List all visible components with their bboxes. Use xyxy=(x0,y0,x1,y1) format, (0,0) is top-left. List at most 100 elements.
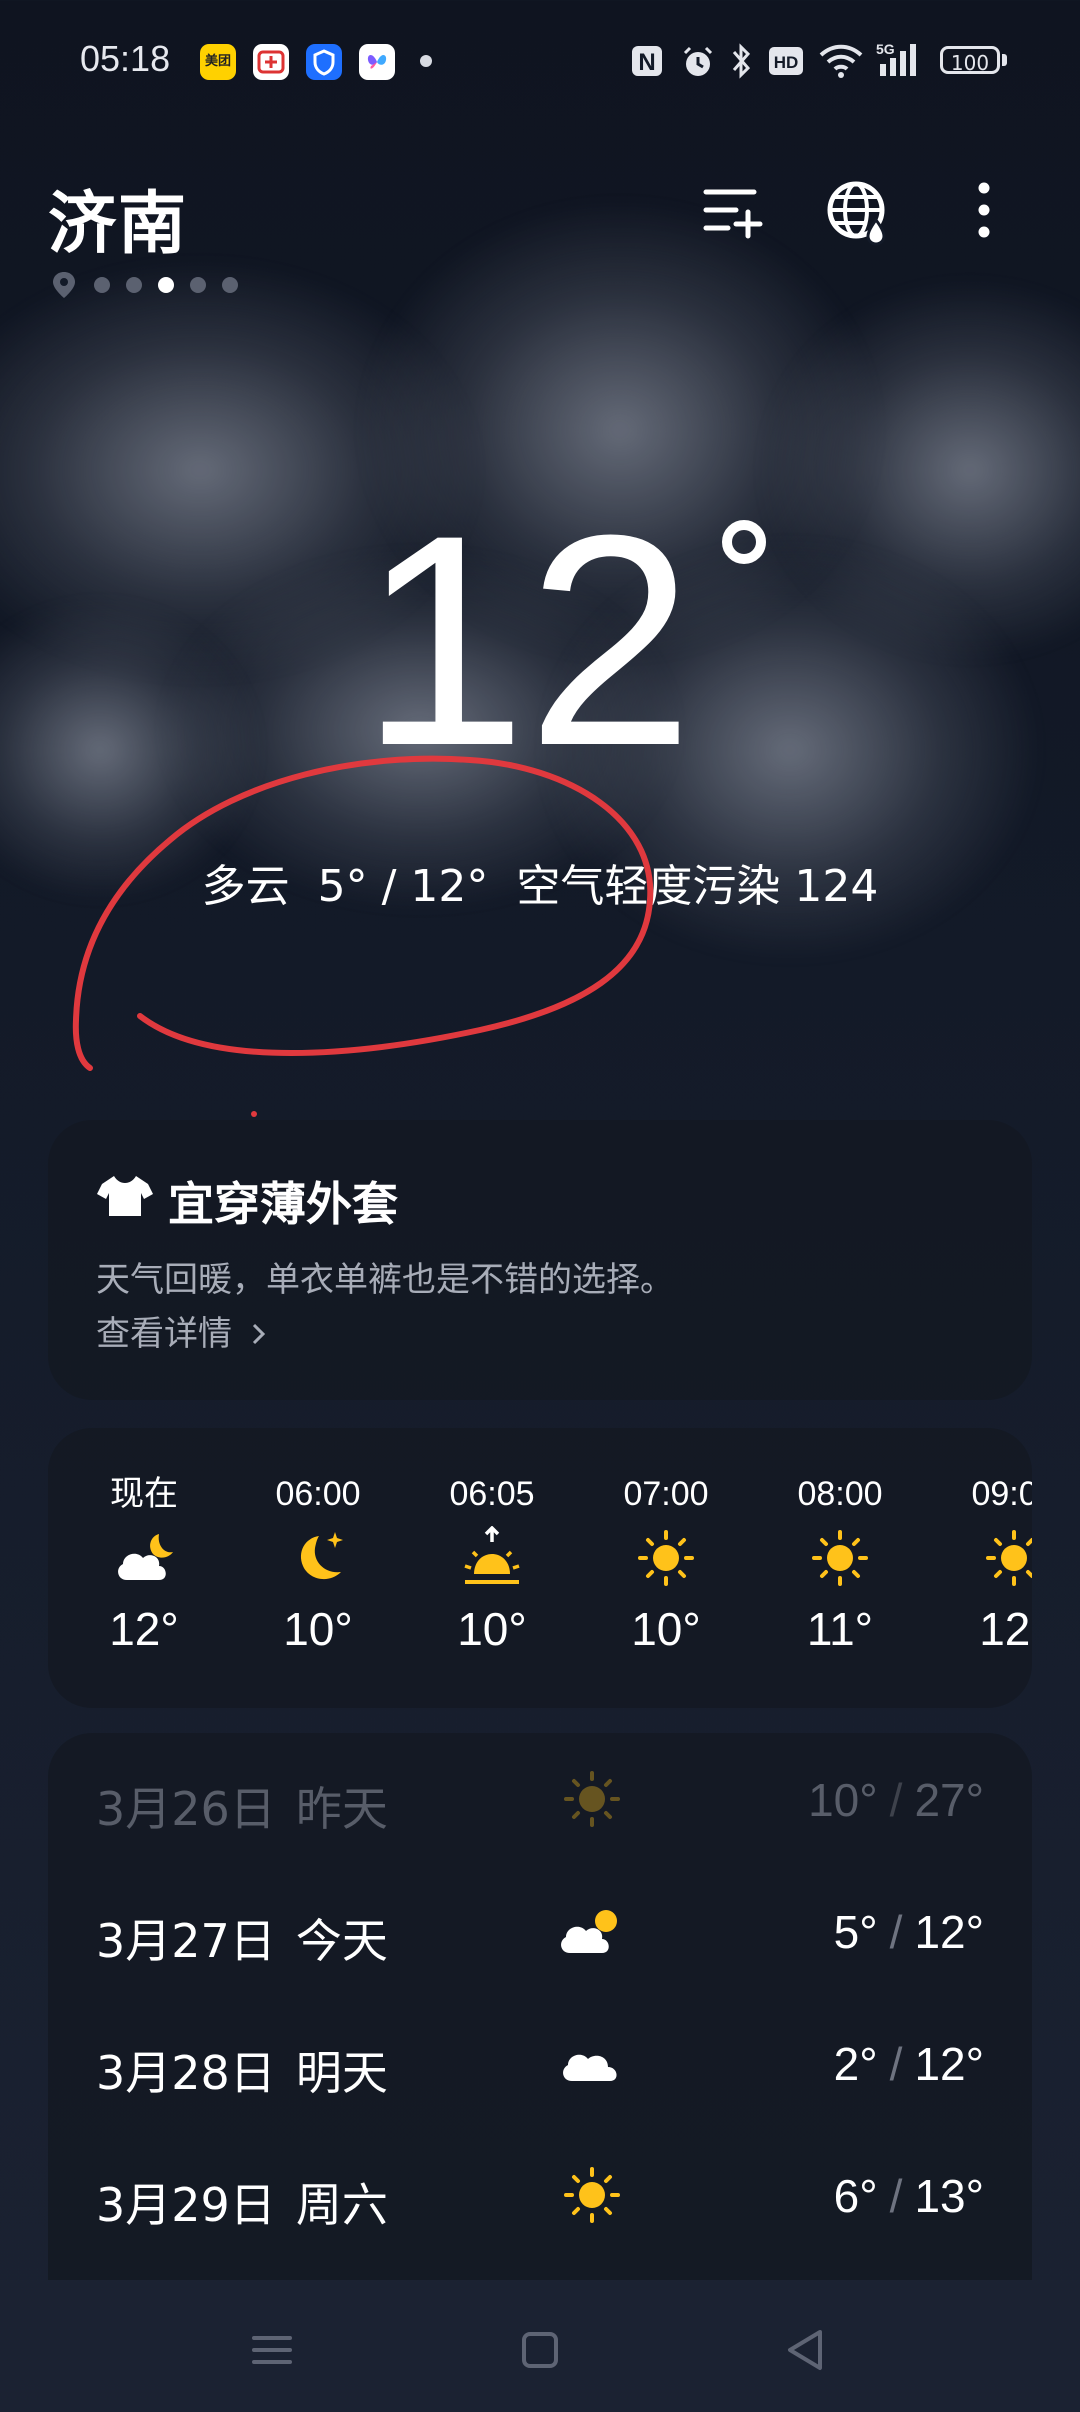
sun-icon xyxy=(564,1771,620,1827)
day-low: 6° xyxy=(833,2170,878,2222)
hour-time: 07:00 xyxy=(623,1475,709,1513)
svg-text:5G: 5G xyxy=(876,41,895,57)
temp-separator: / xyxy=(889,1774,903,1826)
system-navigation-bar xyxy=(0,2280,1080,2412)
add-city-button[interactable] xyxy=(692,170,772,250)
nfc-icon: N xyxy=(630,44,664,84)
daily-forecast-card[interactable]: 3月26日 昨天 10°/27° 3月27日 今天 5°/12° 3月28日 明天 2… xyxy=(48,1733,1032,2293)
day-date: 3月28日 明天 xyxy=(96,2037,388,2103)
day-temps: 6°/13° xyxy=(834,2169,984,2223)
hourly-item: 06:05 10° xyxy=(412,1472,572,1656)
hour-time: 09:00 xyxy=(971,1475,1032,1513)
view-details-link[interactable]: 查看详情 xyxy=(96,1306,269,1355)
partly-cloudy-icon xyxy=(561,1910,617,1953)
temp-separator: / xyxy=(889,1906,903,1958)
hour-time: 06:05 xyxy=(449,1475,535,1513)
square-icon xyxy=(522,2332,558,2368)
hour-temp: 10° xyxy=(631,1603,701,1655)
city-name[interactable]: 济南 xyxy=(48,168,188,267)
day-date: 3月27日 今天 xyxy=(96,1905,388,1971)
nfc-label: N xyxy=(638,49,655,76)
location-pin-icon xyxy=(53,272,75,298)
hourly-item: 09:00 12° xyxy=(934,1472,1032,1656)
hour-temp: 10° xyxy=(283,1603,353,1655)
hour-time: 06:00 xyxy=(275,1475,361,1513)
hourly-item: 现在 12° xyxy=(64,1472,224,1656)
cloud-icon xyxy=(563,2054,617,2081)
daily-row-saturday[interactable]: 3月29日 周六 6°/13° xyxy=(48,2129,1032,2261)
page-dot xyxy=(190,277,206,293)
hourly-forecast-card[interactable]: 现在 12° 06:00 10° 06:05 10° 07:00 10° 08:… xyxy=(48,1428,1032,1708)
globe-icon xyxy=(827,181,886,246)
day-temps: 10°/27° xyxy=(808,1773,984,1827)
view-details-label: 查看详情 xyxy=(96,1314,232,1354)
sun-icon xyxy=(812,1530,868,1586)
day-low: 5° xyxy=(833,1906,878,1958)
day-label: 周六 xyxy=(295,2178,388,2232)
wifi-icon xyxy=(818,42,864,82)
global-weather-button[interactable] xyxy=(818,170,898,250)
status-bar: 05:18 美团 N HD 5G 100 xyxy=(0,0,1080,120)
page-dot xyxy=(222,277,238,293)
sun-icon xyxy=(564,2167,620,2223)
day-date-value: 3月28日 xyxy=(96,2046,276,2100)
add-list-icon xyxy=(703,189,763,239)
clothing-description: 天气回暖，单衣单裤也是不错的选择。 xyxy=(96,1260,674,1300)
day-low: 2° xyxy=(833,2038,878,2090)
butterfly-app-icon xyxy=(359,44,395,80)
signal-icon: 5G xyxy=(876,40,926,80)
day-date-value: 3月26日 xyxy=(96,1782,276,1836)
day-temps: 2°/12° xyxy=(834,2037,984,2091)
menu-icon xyxy=(252,2336,292,2364)
back-triangle-icon xyxy=(788,2330,822,2370)
home-button[interactable] xyxy=(510,2320,570,2380)
day-high: 13° xyxy=(914,2170,984,2222)
city-page-indicator xyxy=(50,270,238,300)
red-circle-annotation xyxy=(72,755,654,1117)
day-date-value: 3月29日 xyxy=(96,2178,276,2232)
hour-temp: 11° xyxy=(806,1603,874,1655)
partly-cloudy-night-icon xyxy=(118,1534,173,1580)
sunrise-icon xyxy=(464,1525,520,1584)
battery-tip xyxy=(1002,54,1007,66)
hour-time: 08:00 xyxy=(797,1475,883,1513)
alarm-icon xyxy=(680,44,716,84)
svg-text:HD: HD xyxy=(774,53,799,72)
day-date: 3月26日 昨天 xyxy=(96,1773,388,1839)
battery-indicator: 100 xyxy=(940,46,1000,75)
sun-icon xyxy=(986,1530,1032,1586)
more-vertical-icon xyxy=(978,182,990,238)
shield-app-icon xyxy=(306,44,342,80)
degree-symbol xyxy=(722,520,766,564)
more-options-button[interactable] xyxy=(944,170,1024,250)
day-label: 明天 xyxy=(295,2046,388,2100)
clothing-card[interactable]: 宜穿薄外套 天气回暖，单衣单裤也是不错的选择。 查看详情 xyxy=(48,1120,1032,1400)
day-high: 27° xyxy=(914,1774,984,1826)
page-dot xyxy=(126,277,142,293)
temp-separator: / xyxy=(889,2038,903,2090)
hourly-item: 06:00 10° xyxy=(238,1472,398,1656)
hour-temp: 12° xyxy=(109,1603,179,1655)
daily-row-tomorrow[interactable]: 3月28日 明天 2°/12° xyxy=(48,1997,1032,2129)
temp-separator: / xyxy=(889,2170,903,2222)
day-high: 12° xyxy=(914,2038,984,2090)
chevron-right-icon xyxy=(252,1323,265,1345)
recent-apps-button[interactable] xyxy=(242,2320,302,2380)
sun-icon xyxy=(638,1530,694,1586)
back-button[interactable] xyxy=(776,2320,836,2380)
day-label: 今天 xyxy=(295,1914,388,1968)
day-date-value: 3月27日 xyxy=(96,1914,276,1968)
daily-row-yesterday[interactable]: 3月26日 昨天 10°/27° xyxy=(48,1733,1032,1865)
page-dot-active xyxy=(158,277,174,293)
shirt-icon xyxy=(97,1176,153,1216)
clear-night-icon xyxy=(300,1532,343,1580)
bank-icon xyxy=(253,44,289,80)
day-label: 昨天 xyxy=(295,1782,388,1836)
bluetooth-icon xyxy=(728,42,754,82)
daily-row-today[interactable]: 3月27日 今天 5°/12° xyxy=(48,1865,1032,1997)
hd-icon: HD xyxy=(768,46,804,86)
day-date: 3月29日 周六 xyxy=(96,2169,388,2235)
day-low: 10° xyxy=(808,1774,878,1826)
day-high: 12° xyxy=(914,1906,984,1958)
status-time: 05:18 xyxy=(80,38,171,79)
